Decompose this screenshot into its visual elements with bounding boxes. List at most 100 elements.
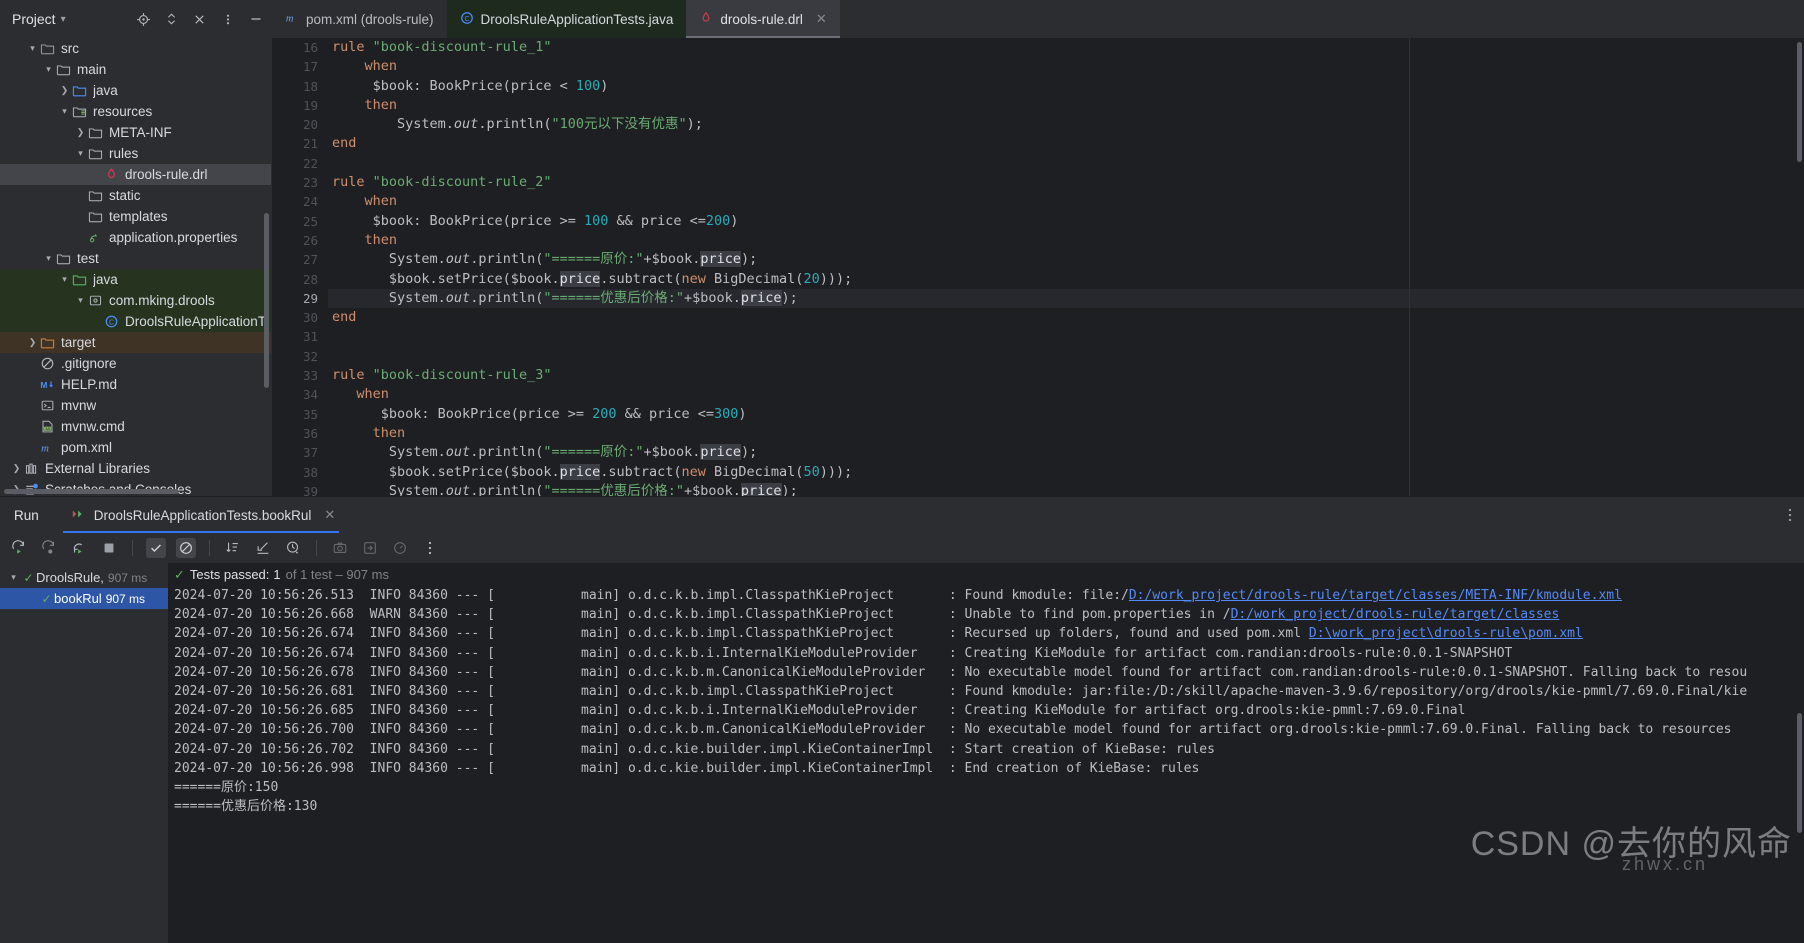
rerun-failed-tests-icon[interactable]: [39, 538, 59, 558]
line-number[interactable]: 17: [272, 57, 318, 76]
console-file-link[interactable]: D:/work_project/drools-rule/target/class…: [1231, 607, 1560, 622]
console-file-link[interactable]: D:/work_project/drools-rule/target/class…: [1129, 588, 1622, 603]
code-line[interactable]: $book.setPrice($book.price.subtract(new …: [328, 463, 1804, 482]
code-line[interactable]: then: [328, 424, 1804, 443]
code-line[interactable]: System.out.println("======原价:"+$book.pri…: [328, 250, 1804, 269]
code-line[interactable]: rule "book-discount-rule_3": [328, 366, 1804, 385]
console-output[interactable]: ✓ Tests passed: 1 of 1 test – 907 ms 2024-0…: [168, 563, 1804, 943]
test-history-icon[interactable]: [390, 538, 410, 558]
editor-tab-drools-rule-application-tests[interactable]: C DroolsRuleApplicationTests.java: [446, 0, 687, 38]
tree-item-resources[interactable]: ▾ resources: [0, 101, 271, 122]
code-line[interactable]: $book.setPrice($book.price.subtract(new …: [328, 270, 1804, 289]
line-number[interactable]: 22: [272, 154, 318, 173]
code-line[interactable]: end: [328, 308, 1804, 327]
export-test-results-icon[interactable]: [360, 538, 380, 558]
chevron-right-icon[interactable]: ❯: [10, 458, 23, 479]
tree-item-gitignore[interactable]: .gitignore: [0, 353, 271, 374]
tree-item-templates[interactable]: templates: [0, 206, 271, 227]
sidebar-horizontal-scrollbar[interactable]: [4, 489, 179, 494]
chevron-right-icon[interactable]: ❯: [74, 122, 87, 143]
more-options-icon[interactable]: [1788, 507, 1792, 526]
editor-tab-drools-rule-drl[interactable]: drools-rule.drl ✕: [686, 0, 841, 38]
chevron-down-icon[interactable]: ▾: [6, 572, 21, 583]
sidebar-vertical-scrollbar[interactable]: [264, 213, 269, 388]
expand-collapse-icon[interactable]: [163, 11, 180, 28]
tree-item-java[interactable]: ▾ java: [0, 269, 271, 290]
chevron-down-icon[interactable]: ▾: [58, 269, 71, 290]
code-line[interactable]: System.out.println("100元以下没有优惠");: [328, 115, 1804, 134]
line-number[interactable]: 24: [272, 192, 318, 211]
tree-item-pom-xml[interactable]: m pom.xml: [0, 437, 271, 458]
tree-item-droolsruleapplicationtests[interactable]: C DroolsRuleApplicationTests: [0, 311, 271, 332]
editor-code-content[interactable]: rule "book-discount-rule_1" when $book: …: [328, 38, 1804, 496]
code-line[interactable]: $book: BookPrice(price >= 100 && price <…: [328, 212, 1804, 231]
code-line[interactable]: when: [328, 57, 1804, 76]
more-options-icon[interactable]: [219, 11, 236, 28]
line-number[interactable]: 37: [272, 443, 318, 462]
tree-item-java[interactable]: ❯ java: [0, 80, 271, 101]
code-line[interactable]: rule "book-discount-rule_1": [328, 38, 1804, 57]
sort-alphabetically-icon[interactable]: [223, 538, 243, 558]
code-line[interactable]: rule "book-discount-rule_2": [328, 173, 1804, 192]
test-tree-row[interactable]: ▾ ✓ DroolsRule, 907 ms: [0, 567, 168, 588]
code-line[interactable]: System.out.println("======原价:"+$book.pri…: [328, 443, 1804, 462]
test-tree-row[interactable]: ✓ bookRul 907 ms: [0, 588, 168, 609]
line-number[interactable]: 32: [272, 347, 318, 366]
run-tab-drools-rule-application-tests[interactable]: DroolsRuleApplicationTests.bookRul ✕: [62, 497, 340, 533]
show-passed-icon[interactable]: [146, 538, 166, 558]
code-editor[interactable]: 16 17 18 19 20 21 22 23 24 25 26 27 28 29 30 31 32 33 34 35…: [272, 38, 1804, 496]
code-line[interactable]: end: [328, 134, 1804, 153]
code-line[interactable]: when: [328, 192, 1804, 211]
test-results-tree[interactable]: ▾ ✓ DroolsRule, 907 ms ✓ bookRul 907 ms: [0, 563, 168, 943]
tree-item-drools-rule-drl[interactable]: drools-rule.drl: [0, 164, 271, 185]
tree-item-meta-inf[interactable]: ❯ META-INF: [0, 122, 271, 143]
tree-item-rules[interactable]: ▾ rules: [0, 143, 271, 164]
minimize-icon[interactable]: [247, 11, 264, 28]
tree-item-main[interactable]: ▾ main: [0, 59, 271, 80]
line-number[interactable]: 29: [272, 289, 318, 308]
code-line[interactable]: [328, 347, 1804, 366]
chevron-down-icon[interactable]: ▾: [74, 143, 87, 164]
code-line[interactable]: System.out.println("======优惠后价格:"+$book.…: [328, 288, 1804, 309]
console-file-link[interactable]: D:\work_project\drools-rule\pom.xml: [1309, 626, 1583, 641]
line-number[interactable]: 20: [272, 115, 318, 134]
line-number[interactable]: 16: [272, 38, 318, 57]
editor-tab-pom-xml[interactable]: m pom.xml (drools-rule): [272, 0, 447, 38]
tree-item-application-properties[interactable]: application.properties: [0, 227, 271, 248]
line-number[interactable]: 34: [272, 385, 318, 404]
tree-item-test[interactable]: ▾ test: [0, 248, 271, 269]
chevron-right-icon[interactable]: ❯: [26, 332, 39, 353]
line-number[interactable]: 33: [272, 366, 318, 385]
line-number[interactable]: 28: [272, 270, 318, 289]
code-line[interactable]: [328, 327, 1804, 346]
chevron-down-icon[interactable]: ▾: [58, 101, 71, 122]
line-number[interactable]: 25: [272, 212, 318, 231]
console-vertical-scrollbar[interactable]: [1797, 713, 1802, 833]
tree-item-external-libraries[interactable]: ❯ External Libraries: [0, 458, 271, 479]
chevron-down-icon[interactable]: ▾: [42, 59, 55, 80]
editor-line-numbers[interactable]: 16 17 18 19 20 21 22 23 24 25 26 27 28 29 30 31 32 33 34 35…: [272, 38, 328, 496]
line-number[interactable]: 26: [272, 231, 318, 250]
chevron-down-icon[interactable]: ▾: [42, 248, 55, 269]
chevron-down-icon[interactable]: ▾: [61, 14, 66, 25]
code-line[interactable]: when: [328, 385, 1804, 404]
close-icon[interactable]: ✕: [816, 11, 827, 27]
code-line[interactable]: then: [328, 231, 1804, 250]
line-number[interactable]: 21: [272, 134, 318, 153]
more-options-icon[interactable]: [420, 538, 440, 558]
tree-item-mvnw-cmd[interactable]: CMD mvnw.cmd: [0, 416, 271, 437]
chevron-down-icon[interactable]: ▾: [74, 290, 87, 311]
code-line[interactable]: [328, 154, 1804, 173]
tree-item-static[interactable]: static: [0, 185, 271, 206]
line-number[interactable]: 19: [272, 96, 318, 115]
toggle-auto-test-icon[interactable]: [69, 538, 89, 558]
line-number[interactable]: 31: [272, 327, 318, 346]
line-number[interactable]: 27: [272, 250, 318, 269]
line-number[interactable]: 23: [272, 173, 318, 192]
chevron-right-icon[interactable]: ❯: [58, 80, 71, 101]
project-tree-panel[interactable]: ▾ src ▾ main ❯ java ▾ resources ❯ META-INF ▾ rules d…: [0, 38, 272, 496]
tree-item-mvnw[interactable]: mvnw: [0, 395, 271, 416]
line-number[interactable]: 18: [272, 77, 318, 96]
locate-icon[interactable]: [135, 11, 152, 28]
tree-item-target[interactable]: ❯ target: [0, 332, 271, 353]
